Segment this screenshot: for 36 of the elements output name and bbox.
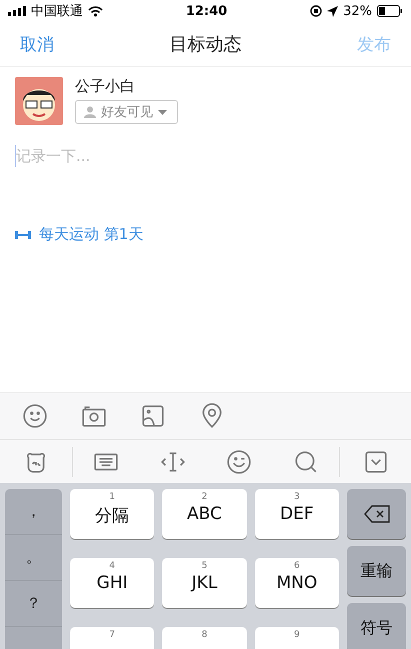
user-name: 公子小白	[75, 77, 136, 96]
emoji-icon[interactable]	[22, 403, 48, 429]
search-icon[interactable]	[293, 448, 319, 474]
clock: 12:40	[186, 4, 228, 18]
battery-icon	[376, 5, 403, 17]
keypad-key[interactable]: 7	[70, 627, 154, 649]
wifi-icon	[88, 6, 103, 16]
dumbbell-icon	[15, 230, 31, 240]
backspace-icon	[364, 505, 390, 523]
person-icon	[84, 106, 96, 118]
keypad-key[interactable]: 1 分隔	[70, 489, 154, 539]
avatar	[15, 77, 63, 125]
punctuation-key[interactable]: 。	[5, 535, 62, 581]
location-arrow-icon	[327, 6, 338, 16]
keypad-key[interactable]: 9	[254, 627, 339, 649]
visibility-dropdown[interactable]: 好友可见	[75, 100, 178, 124]
punctuation-key[interactable]: ，	[5, 489, 62, 535]
keypad-key[interactable]: 5 JKL	[162, 558, 247, 608]
image-icon[interactable]	[140, 403, 166, 429]
keypad-key[interactable]: 6 MNO	[254, 558, 339, 608]
battery-percent: 32%	[343, 4, 372, 18]
signal-icon	[8, 6, 26, 16]
rotation-lock-icon	[310, 5, 322, 17]
carrier-name: 中国联通	[31, 3, 83, 20]
punctuation-key[interactable]: ？	[5, 581, 62, 627]
function-key[interactable]: 重输	[347, 546, 406, 596]
keypad-key[interactable]: 3 DEF	[254, 489, 339, 539]
collapse-keyboard-icon[interactable]	[362, 448, 389, 474]
keypad-key[interactable]: 2 ABC	[162, 489, 247, 539]
function-key[interactable]: 符号	[347, 603, 406, 649]
keypad-key[interactable]: 4 GHI	[70, 558, 154, 608]
dropdown-caret-icon	[158, 110, 167, 114]
page-title: 目标动态	[170, 33, 242, 56]
backspace-key[interactable]	[347, 489, 406, 539]
keypad-key[interactable]: 8	[162, 627, 247, 649]
smiley-icon[interactable]	[226, 448, 252, 474]
